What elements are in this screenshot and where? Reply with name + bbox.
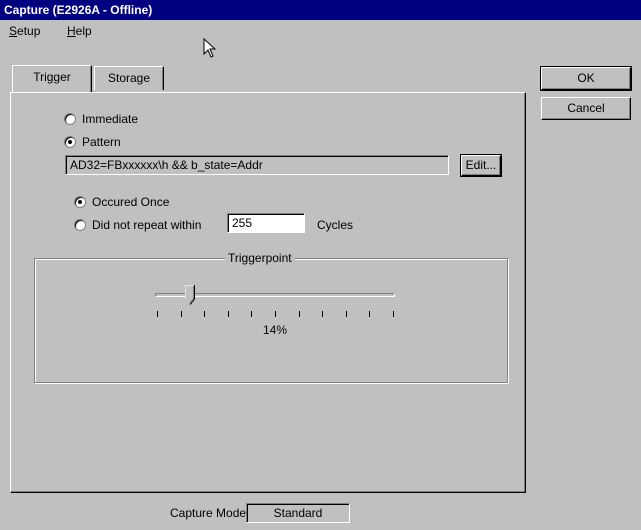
slider-tick (345, 311, 347, 317)
tab-control: Trigger Storage Immediate Pattern AD32=F… (10, 65, 526, 493)
slider-tick (157, 311, 158, 317)
triggerpoint-value: 14% (262, 323, 288, 337)
slider-tick (393, 311, 394, 317)
triggerpoint-group-label: Triggerpoint (225, 251, 295, 265)
occured-once-radio-circle[interactable] (74, 196, 86, 208)
menu-setup-label: etup (17, 24, 41, 38)
occured-once-label: Occured Once (92, 195, 170, 209)
tab-storage-label: Storage (107, 71, 151, 85)
menu-help[interactable]: Help (67, 24, 92, 38)
cycles-label: Cycles (317, 218, 354, 232)
menu-setup-access-key: S (9, 24, 18, 38)
repeat-cycles-input[interactable]: 255 (227, 213, 305, 233)
capture-mode-value: Standard (246, 503, 350, 523)
pattern-label: Pattern (82, 135, 121, 149)
window-title: Capture (E2926A - Offline) (4, 3, 153, 17)
menu-bar: Setup Help (0, 22, 641, 42)
pattern-radio-circle[interactable] (64, 136, 76, 148)
tab-trigger-label: Trigger (33, 70, 71, 84)
ok-button-label: OK (577, 71, 595, 85)
slider-tick (204, 311, 206, 317)
edit-button-label: Edit... (465, 158, 497, 172)
triggerpoint-slider-thumb[interactable] (185, 285, 196, 305)
cancel-button[interactable]: Cancel (541, 97, 631, 120)
pattern-field[interactable]: AD32=FBxxxxxx\h && b_state=Addr (65, 155, 449, 175)
slider-tick (298, 311, 300, 317)
slider-tick (322, 311, 324, 317)
title-bar: Capture (E2926A - Offline) (0, 0, 641, 20)
slider-tick (275, 311, 276, 317)
menu-setup[interactable]: Setup (9, 24, 40, 38)
did-not-repeat-label: Did not repeat within (92, 218, 202, 232)
cancel-button-label: Cancel (567, 101, 605, 115)
menu-help-access-key: H (67, 24, 76, 38)
edit-button[interactable]: Edit... (460, 154, 502, 177)
mouse-cursor-icon (203, 38, 217, 58)
capture-window: Capture (E2926A - Offline) Setup Help Tr… (0, 0, 641, 530)
triggerpoint-group: Triggerpoint 14% (34, 251, 508, 383)
tab-trigger[interactable]: Trigger (12, 65, 92, 92)
immediate-radio-circle[interactable] (64, 113, 76, 125)
menu-help-label: elp (75, 24, 92, 38)
ok-button[interactable]: OK (540, 66, 632, 91)
did-not-repeat-radio-circle[interactable] (74, 219, 86, 231)
slider-tick (180, 311, 182, 317)
tab-storage[interactable]: Storage (94, 66, 164, 90)
slider-tick (227, 311, 229, 317)
slider-tick (369, 311, 371, 317)
capture-mode-label: Capture Mode: (170, 506, 250, 520)
immediate-label: Immediate (82, 112, 139, 126)
slider-tick (251, 311, 253, 317)
